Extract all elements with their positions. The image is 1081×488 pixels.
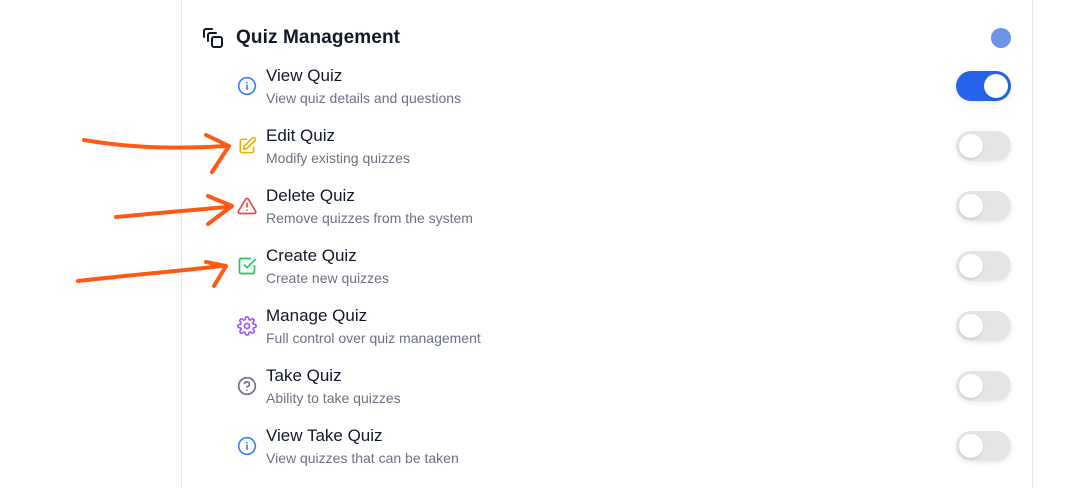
permission-row-edit-quiz: Edit Quiz Modify existing quizzes [230, 124, 1020, 180]
permission-title: View Take Quiz [266, 426, 383, 445]
view-take-quiz-toggle[interactable] [956, 431, 1011, 461]
permission-row-view-take-quiz: View Take Quiz View quizzes that can be … [230, 424, 1020, 480]
permission-row-view-quiz: View Quiz View quiz details and question… [230, 64, 1020, 120]
section-header: Quiz Management [200, 22, 1020, 54]
permission-description: View quizzes that can be taken [266, 450, 459, 466]
permission-row-take-quiz: Take Quiz Ability to take quizzes [230, 364, 1020, 420]
view-quiz-toggle[interactable] [956, 71, 1011, 101]
permission-title: Edit Quiz [266, 126, 335, 145]
warning-icon [236, 195, 258, 217]
take-quiz-toggle[interactable] [956, 371, 1011, 401]
toggle-knob [959, 134, 983, 158]
toggle-knob [959, 194, 983, 218]
permission-title: Take Quiz [266, 366, 342, 385]
toggle-knob [959, 314, 983, 338]
create-quiz-toggle[interactable] [956, 251, 1011, 281]
permission-row-delete-quiz: Delete Quiz Remove quizzes from the syst… [230, 184, 1020, 240]
permission-row-manage-quiz: Manage Quiz Full control over quiz manag… [230, 304, 1020, 360]
permission-title: Delete Quiz [266, 186, 355, 205]
edit-icon [236, 135, 258, 157]
edit-quiz-toggle[interactable] [956, 131, 1011, 161]
toggle-knob [984, 74, 1008, 98]
status-dot [991, 28, 1011, 48]
permission-description: Modify existing quizzes [266, 150, 410, 166]
permission-description: View quiz details and questions [266, 90, 462, 106]
permission-title: View Quiz [266, 66, 343, 85]
permission-description: Full control over quiz management [266, 330, 481, 346]
permission-description: Ability to take quizzes [266, 390, 401, 406]
toggle-knob [959, 254, 983, 278]
gear-icon [236, 315, 258, 337]
section-title: Quiz Management [236, 27, 401, 48]
delete-quiz-toggle[interactable] [956, 191, 1011, 221]
toggle-knob [959, 374, 983, 398]
manage-quiz-toggle[interactable] [956, 311, 1011, 341]
check-square-icon [236, 255, 258, 277]
permission-title: Create Quiz [266, 246, 357, 265]
permission-description: Create new quizzes [266, 270, 389, 286]
permission-description: Remove quizzes from the system [266, 210, 473, 226]
info-icon [236, 75, 258, 97]
permission-row-create-quiz: Create Quiz Create new quizzes [230, 244, 1020, 300]
group-icon [200, 25, 226, 51]
toggle-knob [959, 434, 983, 458]
info-icon [236, 435, 258, 457]
permission-title: Manage Quiz [266, 306, 368, 325]
help-circle-icon [236, 375, 258, 397]
